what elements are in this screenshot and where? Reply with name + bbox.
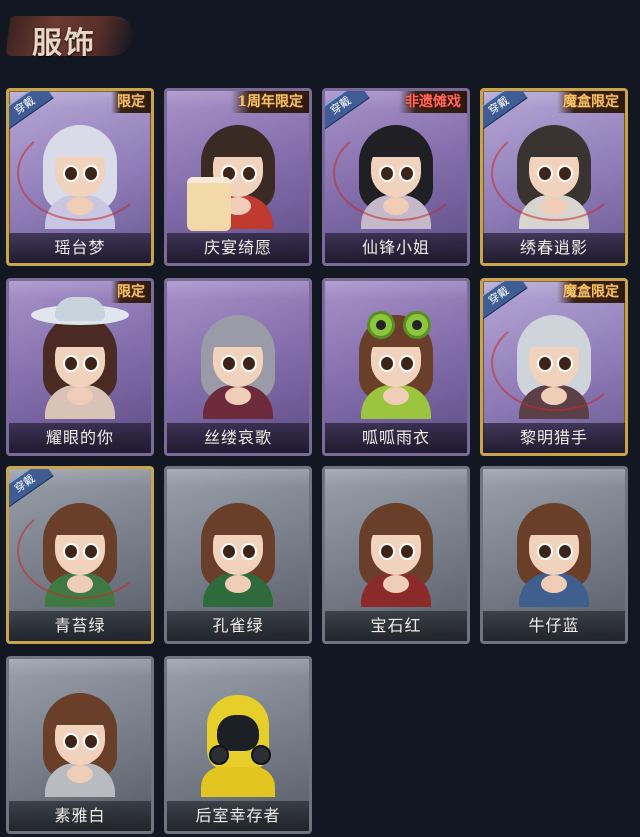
costume-card[interactable]: 穿戴 限定 瑶台梦 (6, 88, 154, 266)
costume-name: 丝缕哀歌 (167, 423, 309, 453)
hands (225, 575, 251, 593)
costume-name: 黎明猎手 (483, 423, 625, 453)
character-portrait (341, 297, 451, 419)
costume-card[interactable]: 后室幸存者 (164, 656, 312, 834)
eye (399, 355, 415, 372)
gas-mask-filter (209, 745, 229, 765)
hands (225, 387, 251, 405)
frog-eye-ornament (367, 311, 395, 339)
character-portrait (183, 297, 293, 419)
costume-card[interactable]: 穿戴 魔盒限定 绣春逍影 (480, 88, 628, 266)
costume-card[interactable]: 穿戴 非遗傩戏 仙锋小姐 (322, 88, 470, 266)
character-portrait (183, 107, 293, 231)
limited-tag: 限定 (111, 91, 151, 113)
hands (67, 387, 93, 405)
limited-tag: 1周年限定 (231, 91, 309, 113)
costume-card[interactable]: 素雅白 (6, 656, 154, 834)
worn-ring-decoration (491, 315, 621, 411)
hair-fringe (209, 133, 267, 157)
hazmat-suit (201, 767, 275, 797)
hands (383, 575, 409, 593)
eye (241, 165, 257, 182)
hands (541, 575, 567, 593)
limited-tag: 限定 (111, 281, 151, 303)
costume-card[interactable]: 牛仔蓝 (480, 466, 628, 644)
costume-name: 瑶台梦 (9, 233, 151, 263)
eye (63, 733, 79, 750)
hair-fringe (51, 323, 109, 347)
costume-card[interactable]: 宝石红 (322, 466, 470, 644)
costume-name: 呱呱雨衣 (325, 423, 467, 453)
costume-name: 孔雀绿 (167, 611, 309, 641)
worn-ring-decoration (333, 125, 463, 221)
costume-card[interactable]: 丝缕哀歌 (164, 278, 312, 456)
eye (557, 543, 573, 560)
hair-fringe (209, 511, 267, 535)
costume-card[interactable]: 限定耀眼的你 (6, 278, 154, 456)
worn-ring-decoration (17, 503, 147, 599)
costume-name: 庆宴绮愿 (167, 233, 309, 263)
costume-grid: 穿戴 限定 瑶台梦 1周年限定 庆宴绮愿 穿戴 非遗傩戏 仙锋小姐 穿戴 魔盒限定 绣春逍影 限定 耀眼… (6, 88, 634, 834)
worn-ring-decoration (491, 125, 621, 221)
character-portrait (183, 675, 293, 797)
costume-name: 宝石红 (325, 611, 467, 641)
hands (383, 387, 409, 405)
eye (379, 543, 395, 560)
costume-card[interactable]: 1周年限定庆宴绮愿 (164, 88, 312, 266)
section-title: 服饰 (32, 26, 96, 61)
eye (241, 355, 257, 372)
costume-card[interactable]: 呱呱雨衣 (322, 278, 470, 456)
frog-eye-ornament (403, 311, 431, 339)
costume-name: 后室幸存者 (167, 801, 309, 831)
hands (67, 765, 93, 783)
hair-fringe (51, 701, 109, 725)
costume-card[interactable]: 孔雀绿 (164, 466, 312, 644)
eye (241, 543, 257, 560)
limited-tag: 非遗傩戏 (399, 91, 467, 113)
eye (63, 355, 79, 372)
worn-ring-decoration (17, 125, 147, 221)
eye (83, 733, 99, 750)
eye (399, 543, 415, 560)
eye (221, 543, 237, 560)
costume-name: 牛仔蓝 (483, 611, 625, 641)
limited-tag: 魔盒限定 (557, 281, 625, 303)
eye (537, 543, 553, 560)
character-portrait (499, 485, 609, 607)
character-portrait (25, 297, 135, 419)
eye (379, 355, 395, 372)
hair-fringe (367, 511, 425, 535)
eye (221, 355, 237, 372)
hair-fringe (209, 323, 267, 347)
character-portrait (341, 485, 451, 607)
costume-card[interactable]: 穿戴 魔盒限定 黎明猎手 (480, 278, 628, 456)
eye (83, 355, 99, 372)
section-header: 服饰 (5, 10, 136, 62)
costume-card[interactable]: 穿戴 青苔绿 (6, 466, 154, 644)
costume-name: 绣春逍影 (483, 233, 625, 263)
costume-name: 耀眼的你 (9, 423, 151, 453)
gas-mask-filter (251, 745, 271, 765)
character-portrait (183, 485, 293, 607)
limited-tag: 魔盒限定 (557, 91, 625, 113)
birthday-cake (187, 177, 231, 231)
character-portrait (25, 675, 135, 797)
costume-name: 素雅白 (9, 801, 151, 831)
costume-name: 仙锋小姐 (325, 233, 467, 263)
hair-fringe (525, 511, 583, 535)
costume-name: 青苔绿 (9, 611, 151, 641)
cowboy-hat-crown (55, 297, 105, 321)
